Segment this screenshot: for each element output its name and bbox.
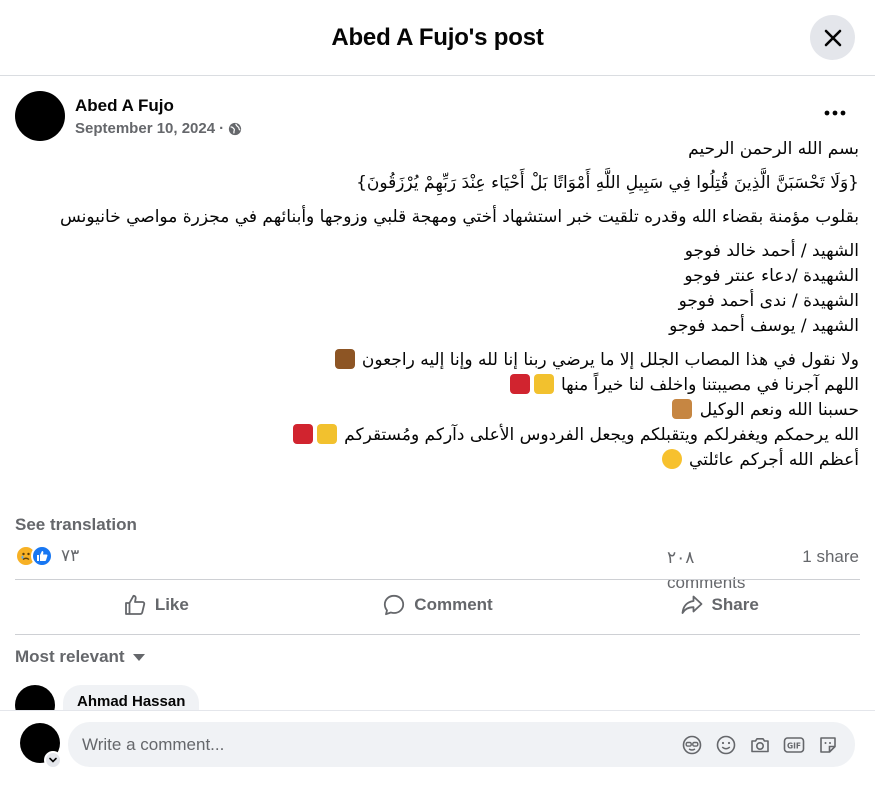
raising-hands-emoji-icon [533, 374, 554, 394]
like-button[interactable]: Like [15, 585, 297, 625]
comment-label: Comment [414, 595, 493, 614]
globe-icon [228, 122, 242, 135]
camera-icon [751, 737, 769, 752]
svg-text:GIF: GIF [787, 741, 801, 750]
basmala-line: بسم الله الرحمن الرحيم [688, 139, 859, 159]
photo-button[interactable] [743, 728, 777, 762]
author-name[interactable]: Abed A Fujo [75, 95, 242, 117]
gif-button[interactable]: GIF [777, 728, 811, 762]
divider [15, 579, 860, 580]
share-icon [681, 595, 702, 614]
post-date[interactable]: September 10, 2024 [75, 120, 215, 137]
post-actions: Like Comment Share [15, 585, 860, 625]
smiley-icon [716, 735, 736, 754]
broken-heart-emoji-icon [509, 374, 530, 394]
prayer-line: حسبنا الله ونعم الوكيل [59, 398, 859, 423]
close-icon [824, 29, 841, 46]
comment-input[interactable]: Write a comment... GIF [68, 722, 855, 767]
announcement-line: بقلوب مؤمنة بقضاء الله وقدره تلقيت خبر ا… [59, 207, 859, 227]
more-icon [824, 110, 846, 116]
prayer-line: ولا نقول في هذا المصاب الجلل إلا ما يرضي… [59, 348, 859, 373]
post-scroll-area[interactable]: Abed A Fujo September 10, 2024 · بسم الل… [0, 77, 875, 710]
close-button[interactable] [810, 15, 855, 60]
comment-composer: Write a comment... GIF [0, 710, 875, 788]
see-translation-link[interactable]: See translation [15, 515, 137, 535]
martyr-line: الشهيد / يوسف أحمد فوجو [669, 316, 859, 336]
post-meta: September 10, 2024 · [75, 120, 242, 137]
comment-bubble: Ahmad Hassan [63, 685, 200, 710]
pointing-up-emoji-icon [334, 349, 355, 369]
comment-button[interactable]: Comment [297, 585, 579, 625]
verse-line: {وَلَا تَحْسَبَنَّ الَّذِينَ قُتِلُوا فِ… [356, 173, 859, 193]
gif-icon: GIF [783, 736, 805, 753]
shares-count[interactable]: 1 share [802, 547, 859, 567]
dialog-header: Abed A Fujo's post [0, 0, 875, 76]
comment-placeholder: Write a comment... [82, 734, 225, 754]
like-icon [31, 545, 53, 567]
caret-down-icon [132, 653, 145, 661]
author-avatar[interactable] [15, 91, 65, 141]
martyrs-list: الشهيد / أحمد خالد فوجو الشهيدة /دعاء عن… [59, 239, 859, 339]
prayer-line: الله يرحمكم ويغفرلكم ويتقبلكم ويجعل الفر… [59, 423, 859, 448]
composer-tools: GIF [675, 728, 845, 762]
raising-hands-emoji-icon [316, 424, 337, 444]
prayer-line: أعظم الله أجركم عائلتي [59, 448, 859, 473]
martyr-line: الشهيدة / ندى أحمد فوجو [678, 291, 859, 311]
pointing-up-emoji-icon [672, 399, 693, 419]
meta-separator: · [219, 120, 225, 137]
avatar-sticker-icon [682, 735, 702, 754]
comment-item: Ahmad Hassan [15, 685, 200, 710]
comment-sort-label: Most relevant [15, 647, 125, 666]
avatar-sticker-button[interactable] [675, 728, 709, 762]
author-block: Abed A Fujo September 10, 2024 · [75, 95, 242, 137]
like-label: Like [154, 595, 189, 614]
profile-switch-button[interactable] [44, 751, 62, 769]
broken-heart-emoji-icon [292, 424, 313, 444]
crying-face-emoji-icon [661, 449, 682, 469]
share-button[interactable]: Share [578, 585, 860, 625]
prayer-line: اللهم آجرنا في مصيبتنا واخلف لنا خيراً م… [59, 373, 859, 398]
thumbs-up-icon [124, 594, 145, 615]
martyr-line: الشهيدة /دعاء عنتر فوجو [684, 266, 859, 286]
prayers-block: ولا نقول في هذا المصاب الجلل إلا ما يرضي… [59, 348, 859, 473]
sticker-button[interactable] [811, 728, 845, 762]
reaction-count: ٧٣ [61, 546, 80, 565]
comment-icon [384, 594, 405, 616]
share-label: Share [711, 595, 759, 614]
commenter-avatar[interactable] [15, 685, 55, 710]
post-header: Abed A Fujo September 10, 2024 · [15, 91, 242, 141]
dialog-title: Abed A Fujo's post [331, 23, 544, 51]
sticker-icon [820, 736, 836, 753]
martyr-line: الشهيد / أحمد خالد فوجو [684, 241, 859, 261]
more-options-button[interactable] [817, 101, 853, 125]
divider [15, 634, 860, 635]
post-text: بسم الله الرحمن الرحيم {وَلَا تَحْسَبَنَ… [59, 137, 859, 473]
comment-sort-dropdown[interactable]: Most relevant [15, 647, 145, 667]
commenter-name[interactable]: Ahmad Hassan [77, 693, 185, 710]
chevron-down-icon [49, 757, 57, 763]
reactions-summary[interactable]: ٧٣ [15, 545, 79, 567]
emoji-button[interactable] [709, 728, 743, 762]
